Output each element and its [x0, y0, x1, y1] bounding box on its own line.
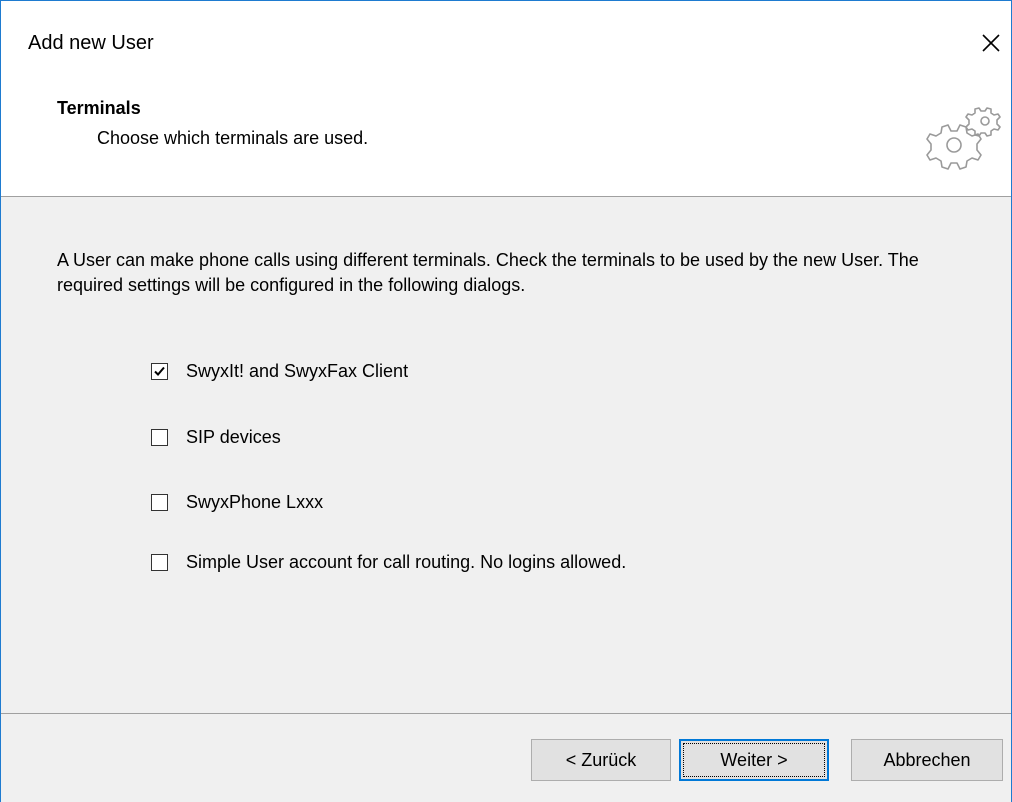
page-subtitle: Choose which terminals are used.: [97, 128, 369, 148]
close-button[interactable]: [977, 29, 1005, 57]
window-title: Add new User: [28, 32, 154, 54]
terminal-description: A User can make phone calls using differ…: [57, 250, 919, 295]
option-sip-devices[interactable]: SIP devices: [151, 425, 281, 449]
option-swyxit-client[interactable]: SwyxIt! and SwyxFax Client: [151, 359, 408, 383]
option-label: SIP devices: [186, 427, 281, 447]
check-icon: [154, 366, 165, 376]
close-icon: [982, 34, 1000, 52]
wizard-content: A User can make phone calls using differ…: [1, 198, 1011, 710]
add-user-dialog: Add new User Terminals Choose which term…: [0, 0, 1012, 802]
wizard-header: Terminals Choose which terminals are use…: [1, 83, 1011, 197]
checkbox-swyxit-client[interactable]: [151, 362, 168, 380]
title-bar: Add new User: [1, 1, 1011, 83]
page-title: Terminals: [57, 98, 141, 118]
gears-icon: [926, 107, 1001, 170]
back-button[interactable]: < Zurück: [531, 739, 671, 781]
checkbox-simple-account[interactable]: [151, 553, 168, 571]
footer-divider: [1, 713, 1011, 714]
cancel-button[interactable]: Abbrechen: [851, 739, 1003, 781]
option-label: Simple User account for call routing. No…: [186, 552, 627, 572]
option-simple-account[interactable]: Simple User account for call routing. No…: [151, 550, 626, 574]
next-button[interactable]: Weiter >: [679, 739, 829, 781]
option-label: SwyxPhone Lxxx: [186, 492, 324, 512]
option-label: SwyxIt! and SwyxFax Client: [186, 361, 409, 381]
checkbox-swyxphone[interactable]: [151, 493, 168, 511]
checkbox-sip-devices[interactable]: [151, 428, 168, 446]
option-swyxphone[interactable]: SwyxPhone Lxxx: [151, 490, 323, 514]
